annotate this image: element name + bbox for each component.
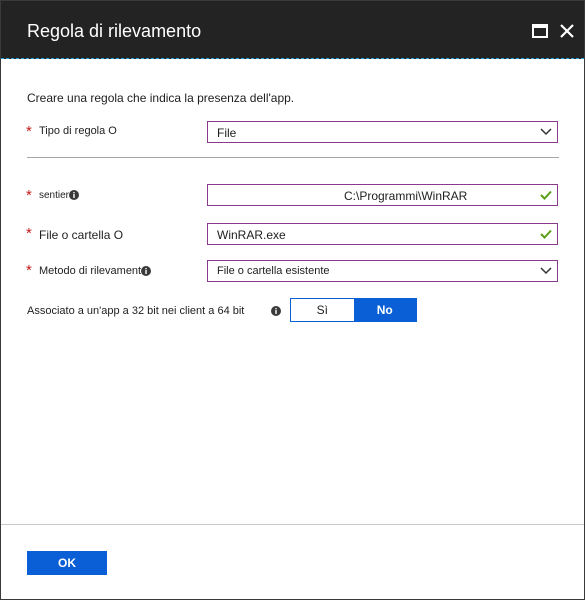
file-or-folder-value: WinRAR.exe (217, 228, 286, 242)
rule-type-value: File (217, 126, 237, 140)
path-label-text: sentier (39, 190, 70, 201)
maximize-icon (532, 24, 548, 38)
intro-text: Creare una regola che indica la presenza… (27, 91, 295, 105)
detection-method-select[interactable]: File o cartella esistente (207, 260, 558, 282)
detection-method-value: File o cartella esistente (217, 265, 330, 277)
required-marker: * (26, 123, 32, 140)
detection-rule-dialog: Regola di rilevamento Creare una regola … (0, 0, 585, 600)
title-bar: Regola di rilevamento (1, 1, 584, 59)
detection-method-label: Metodo di rilevament (39, 265, 152, 277)
detection-method-label-text: Metodo di rilevament (39, 265, 142, 277)
path-label: sentier (39, 190, 80, 201)
required-marker: * (26, 262, 32, 279)
associated-32bit-label: Associato a un'app a 32 bit nei client a… (27, 305, 245, 317)
info-icon[interactable] (271, 306, 281, 316)
checkmark-icon (540, 190, 552, 200)
path-value: C:\Programmi\WinRAR (344, 189, 468, 203)
checkmark-icon (540, 229, 552, 239)
section-divider (27, 157, 559, 158)
chevron-down-icon (540, 128, 552, 136)
file-or-folder-label: File o cartella O (39, 228, 124, 242)
ok-button[interactable]: OK (27, 551, 107, 575)
path-input[interactable]: C:\Programmi\WinRAR (207, 184, 558, 206)
footer-divider (1, 524, 584, 525)
info-icon[interactable] (141, 266, 152, 277)
close-button[interactable] (556, 20, 578, 42)
required-marker: * (26, 225, 32, 242)
toggle-option-yes[interactable]: Sì (291, 299, 354, 321)
dialog-title: Regola di rilevamento (27, 21, 202, 41)
file-or-folder-input[interactable]: WinRAR.exe (207, 223, 558, 245)
associated-32bit-toggle[interactable]: Sì No (290, 298, 417, 322)
rule-type-select[interactable]: File (207, 121, 558, 143)
toggle-option-no[interactable]: No (353, 299, 416, 321)
info-icon[interactable] (69, 190, 80, 201)
close-icon (560, 24, 574, 38)
maximize-button[interactable] (529, 20, 551, 42)
required-marker: * (26, 187, 32, 204)
rule-type-label: Tipo di regola O (39, 125, 117, 137)
chevron-down-icon (540, 267, 552, 275)
